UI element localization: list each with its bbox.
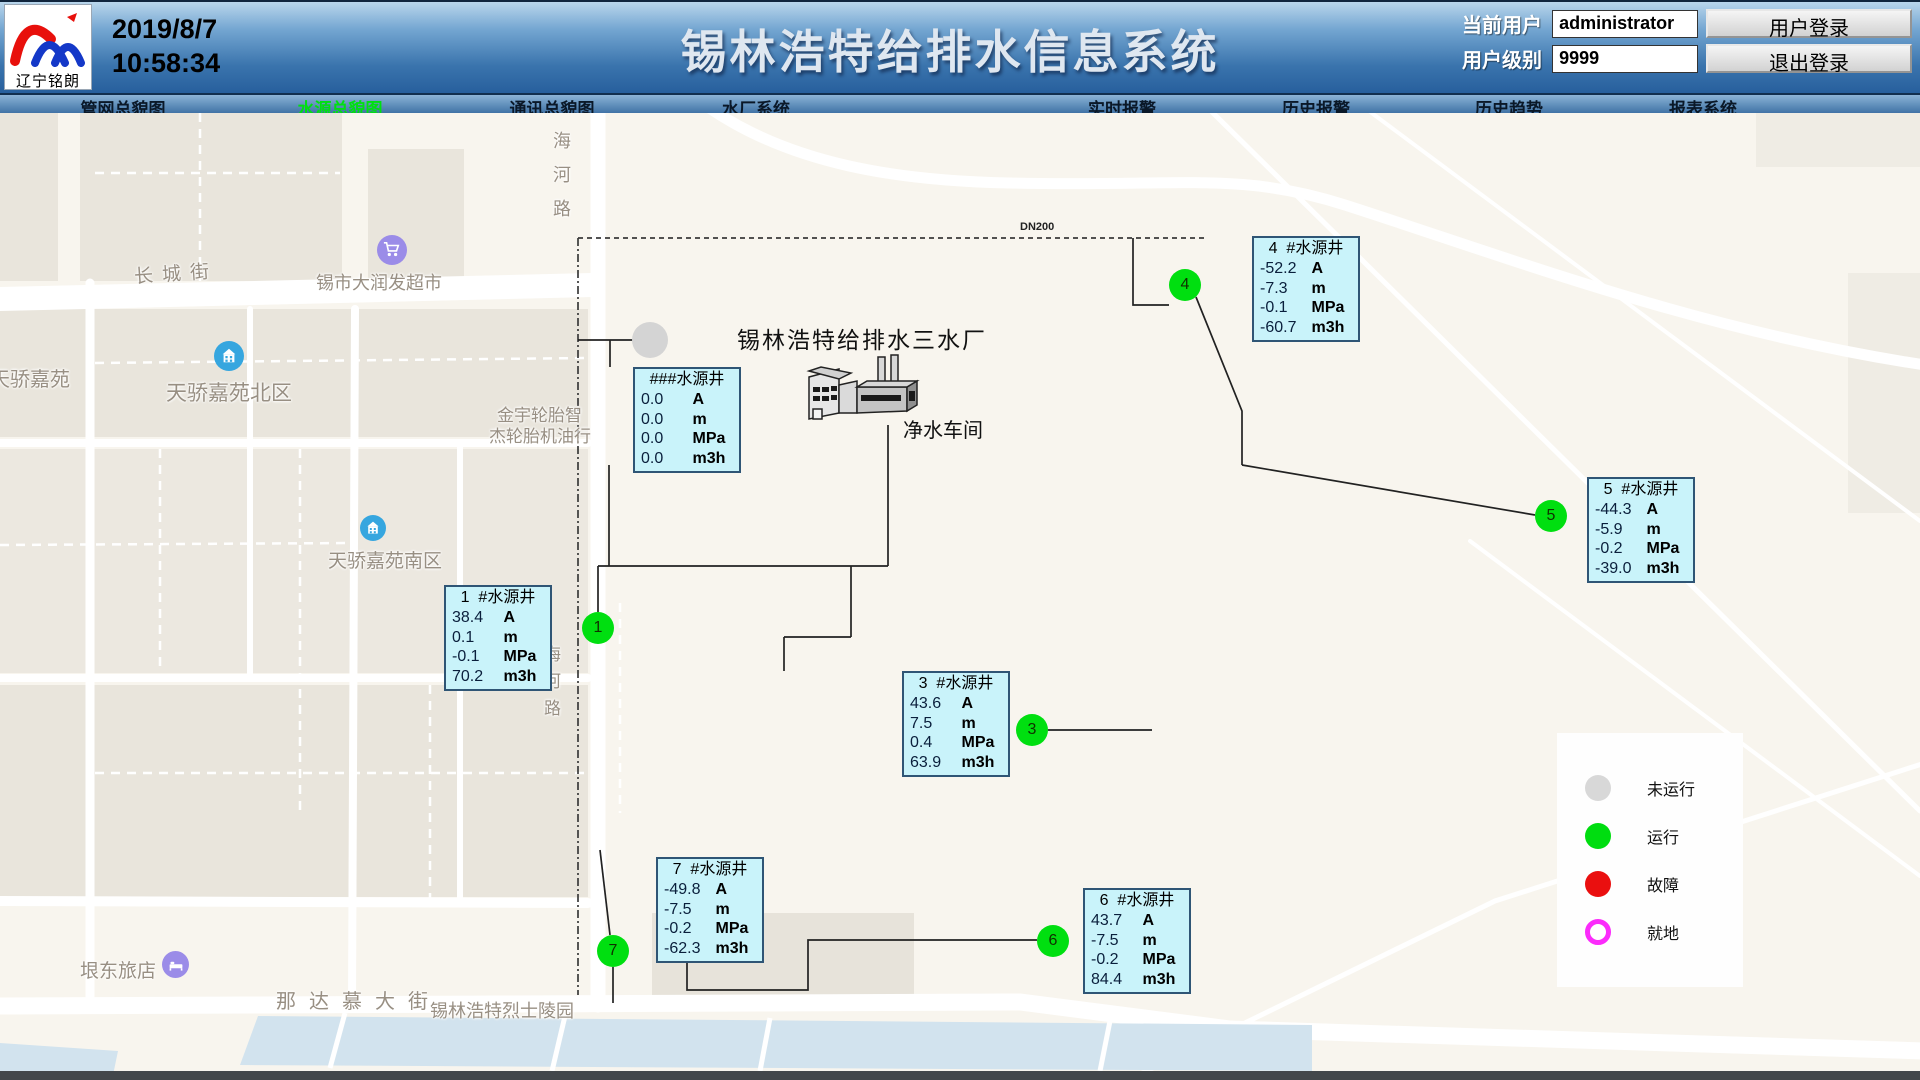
current-user-label: 当前用户 [1462, 9, 1552, 38]
well-box-unused[interactable]: ###水源井 0.0A 0.0m 0.0MPa 0.0m3h [633, 367, 741, 473]
user-level-field[interactable] [1552, 45, 1698, 73]
user-level-label: 用户级别 [1462, 44, 1552, 73]
logout-button[interactable]: 退出登录 [1706, 44, 1912, 73]
legend-item-fault: 故障 [1585, 871, 1743, 897]
well-box-5[interactable]: 5 #水源井 -44.3A -5.9m -0.2MPa -39.0m3h [1587, 477, 1695, 583]
well-box-1[interactable]: 1 #水源井 38.4A 0.1m -0.1MPa 70.2m3h [444, 585, 552, 691]
well-circle-7[interactable]: 7 [597, 935, 629, 967]
residence-building-icon-north [214, 341, 244, 371]
supermarket-cart-icon [377, 235, 407, 265]
well-box-6[interactable]: 6 #水源井 43.7A -7.5m -0.2MPa 84.4m3h [1083, 888, 1191, 994]
fault-status-icon [1585, 871, 1611, 897]
area-label-tianjiao-south: 天骄嘉苑南区 [328, 546, 442, 573]
poi-label-tire-shop-2: 杰轮胎机油行 [489, 422, 591, 447]
well-circle-3[interactable]: 3 [1016, 714, 1048, 746]
legend-item-running: 运行 [1585, 823, 1743, 849]
app-title: 锡林浩特给排水信息系统 [681, 16, 1220, 82]
hotel-bed-icon [162, 951, 189, 978]
well-box-4[interactable]: 4 #水源井 -52.2A -7.3m -0.1MPa -60.7m3h [1252, 236, 1360, 342]
well-circle-1[interactable]: 1 [582, 612, 614, 644]
running-status-icon [1585, 823, 1611, 849]
user-panel: 当前用户 用户登录 用户级别 退出登录 [1462, 8, 1912, 78]
nav-bar: 管网总貌图 水源总貌图 通讯总貌图 水厂系统 实时报警 历史报警 历史趋势 报表… [0, 93, 1920, 114]
company-logo: 辽宁铭朗 [4, 4, 92, 90]
well-circle-4[interactable]: 4 [1169, 269, 1201, 301]
date-text: 2019/8/7 [112, 12, 220, 46]
logo-icon [5, 5, 91, 67]
local-status-icon [1585, 919, 1611, 945]
current-user-field[interactable] [1552, 10, 1698, 38]
legend-item-idle: 未运行 [1585, 775, 1743, 801]
area-label-tianjiao: 天骄嘉苑 [0, 363, 70, 392]
well-circle-unused[interactable] [632, 322, 668, 358]
well-box-3[interactable]: 3 #水源井 43.6A 7.5m 0.4MPa 63.9m3h [902, 671, 1010, 777]
well-box-7[interactable]: 7 #水源井 -49.8A -7.5m -0.2MPa -62.3m3h [656, 857, 764, 963]
scada-window: 辽宁铭朗 2019/8/7 10:58:34 锡林浩特给排水信息系统 当前用户 … [0, 0, 1920, 1080]
workshop-label: 净水车间 [903, 414, 983, 443]
water-area [0, 1013, 1312, 1080]
header-bar: 辽宁铭朗 2019/8/7 10:58:34 锡林浩特给排水信息系统 当前用户 … [0, 0, 1920, 93]
status-legend: 未运行 运行 故障 就地 [1557, 733, 1743, 987]
well-circle-6[interactable]: 6 [1037, 925, 1069, 957]
bottom-edge-bar [0, 1071, 1920, 1080]
residence-building-icon-south [360, 515, 386, 541]
plant-name-label: 锡林浩特给排水三水厂 [737, 321, 987, 355]
logo-text: 辽宁铭朗 [5, 70, 91, 91]
street-label-haihe-top: 海河路 [548, 131, 574, 233]
idle-status-icon [1585, 775, 1611, 801]
pipe-diameter-label: DN200 [1020, 221, 1054, 233]
time-text: 10:58:34 [112, 46, 220, 80]
datetime: 2019/8/7 10:58:34 [112, 12, 220, 80]
area-label-tianjiao-north: 天骄嘉苑北区 [166, 377, 292, 407]
map-canvas[interactable]: 长城街 锡市大润发超市 天骄嘉苑 天骄嘉苑北区 金宇轮胎智 杰轮胎机油行 天骄嘉… [0, 113, 1920, 1080]
legend-item-local: 就地 [1585, 919, 1743, 945]
street-label-nadamu: 那达慕大街 [276, 985, 441, 1014]
poi-label-cemetery: 锡林浩特烈士陵园 [430, 997, 574, 1023]
factory-icon [809, 355, 917, 419]
poi-label-supermarket: 锡市大润发超市 [316, 269, 442, 295]
well-circle-5[interactable]: 5 [1535, 500, 1567, 532]
poi-label-hotel: 垠东旅店 [80, 956, 156, 983]
login-button[interactable]: 用户登录 [1706, 9, 1912, 38]
